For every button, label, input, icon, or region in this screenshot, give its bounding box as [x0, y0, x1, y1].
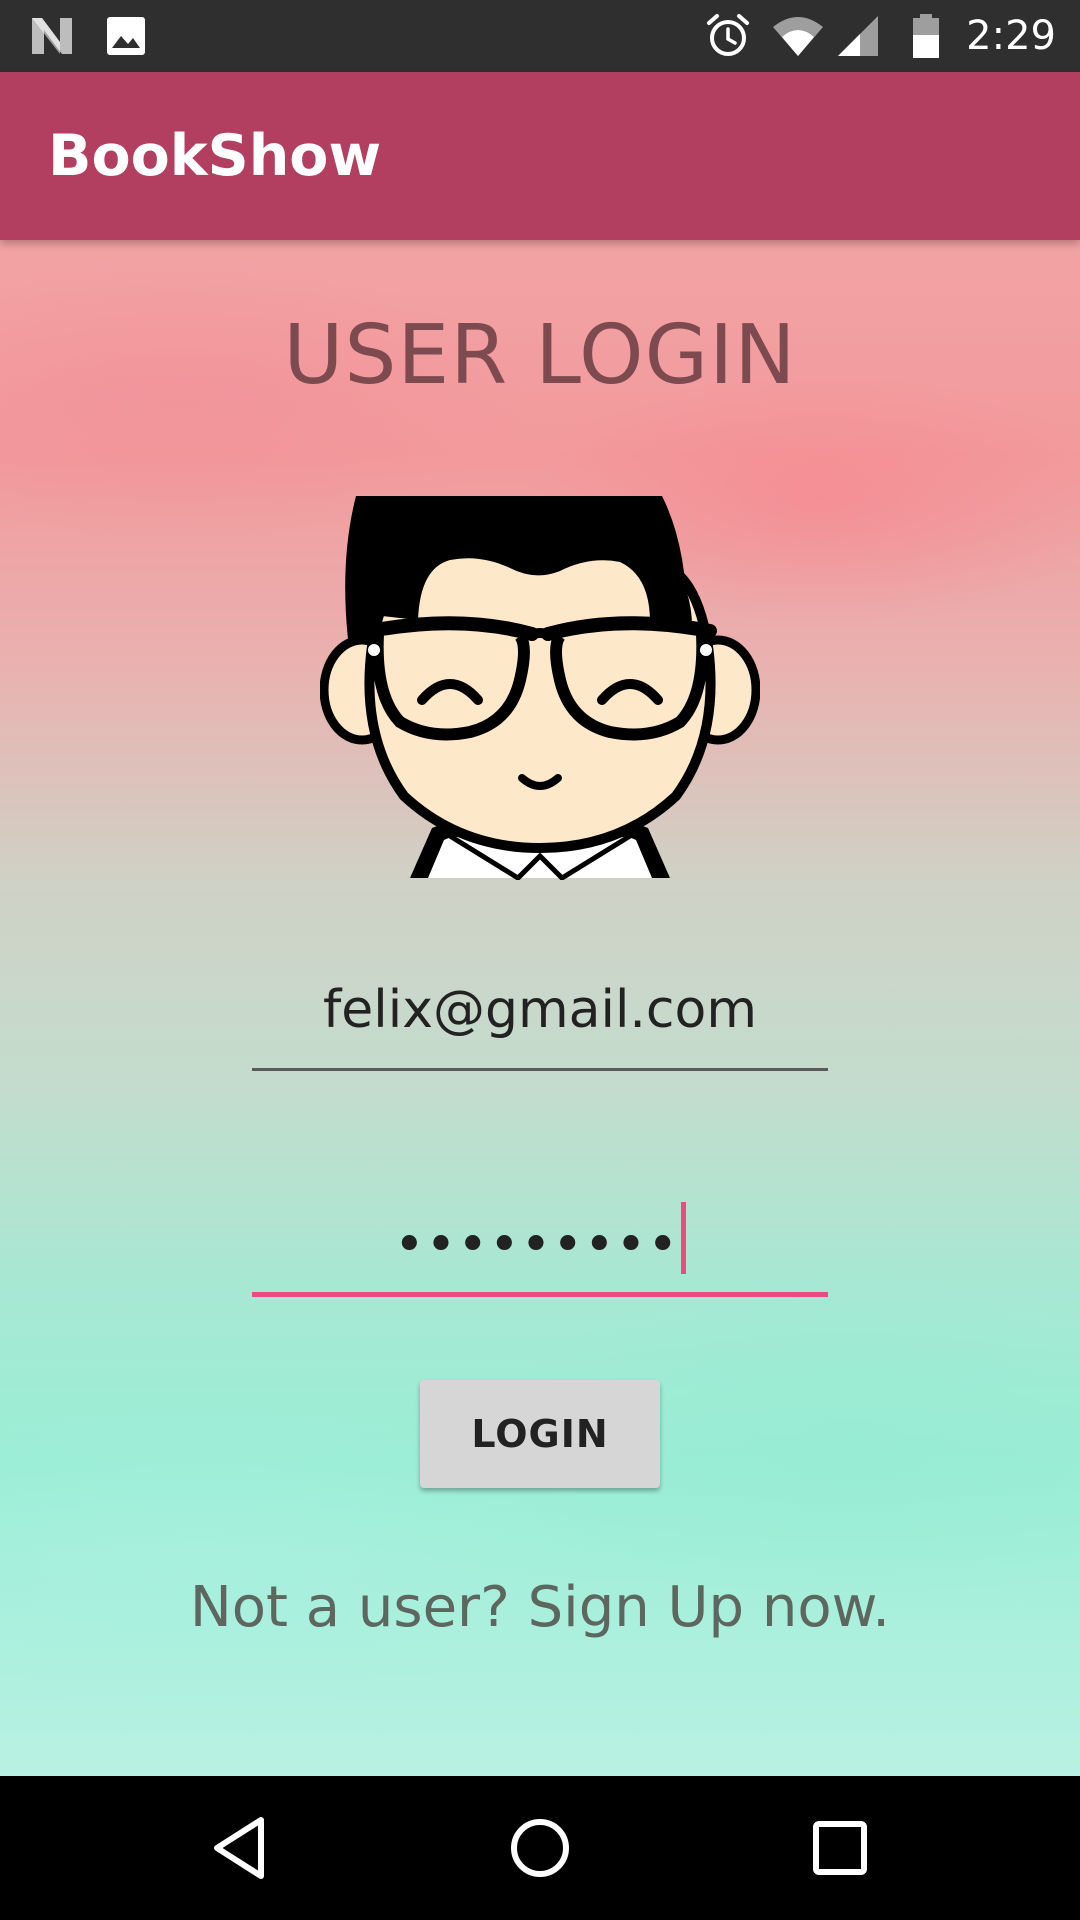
image-notification-icon: [106, 0, 146, 72]
status-bar: 2:29: [0, 0, 1080, 72]
email-field[interactable]: felix@gmail.com: [252, 970, 828, 1071]
app-title: BookShow: [48, 123, 382, 189]
notification-n-icon: [30, 0, 74, 72]
login-button[interactable]: LOGIN: [420, 1380, 660, 1488]
nav-bar: [0, 1776, 1080, 1920]
password-field[interactable]: •••••••••: [252, 1180, 828, 1297]
user-avatar-icon: [320, 496, 760, 880]
email-input-value[interactable]: felix@gmail.com: [252, 980, 828, 1040]
cell-signal-icon: [836, 0, 880, 72]
app-bar: BookShow: [0, 72, 1080, 240]
wifi-icon: [772, 0, 824, 72]
text-cursor: [681, 1202, 687, 1274]
back-icon[interactable]: [205, 1812, 277, 1884]
login-content: USER LOGIN felix@gmail.com ••••••••• LOG…: [0, 240, 1080, 1776]
recents-icon[interactable]: [804, 1812, 876, 1884]
password-input-wrapper[interactable]: •••••••••: [252, 1202, 828, 1275]
signup-link[interactable]: Not a user? Sign Up now.: [0, 1575, 1080, 1640]
battery-icon: [911, 0, 941, 72]
password-input-value[interactable]: •••••••••: [394, 1215, 679, 1275]
alarm-icon: [705, 0, 751, 72]
page-title: USER LOGIN: [283, 308, 797, 403]
home-icon[interactable]: [504, 1812, 576, 1884]
screen: 2:29 BookShow USER LOGIN felix@gmail.com…: [0, 0, 1080, 1920]
status-time: 2:29: [966, 13, 1056, 59]
